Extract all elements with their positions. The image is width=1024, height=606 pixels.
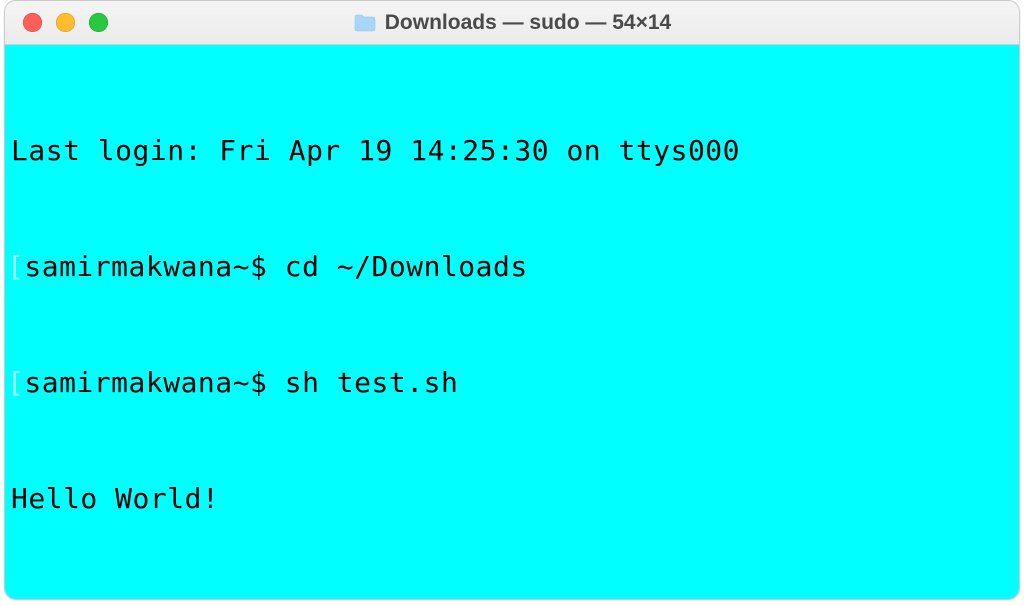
prompt: samirmakwana~$ xyxy=(24,364,284,403)
zoom-button[interactable] xyxy=(89,13,108,32)
prompt-bracket: [ xyxy=(7,596,24,599)
titlebar: Downloads — sudo — 54×14 xyxy=(5,1,1019,45)
terminal-window: Downloads — sudo — 54×14 Last login: Fri… xyxy=(4,0,1020,600)
prompt-bracket: [ xyxy=(7,248,24,287)
terminal-area[interactable]: Last login: Fri Apr 19 14:25:30 on ttys0… xyxy=(5,45,1019,599)
window-title: Downloads — sudo — 54×14 xyxy=(385,11,671,35)
minimize-button[interactable] xyxy=(56,13,75,32)
command-3: sudo chmod +x test.sh xyxy=(285,596,650,599)
folder-icon xyxy=(353,13,377,33)
output-line: Hello World! xyxy=(11,480,219,519)
prompt-bracket: [ xyxy=(7,364,24,403)
prompt: samirmakwana~$ xyxy=(24,596,284,599)
command-1: cd ~/Downloads xyxy=(285,248,528,287)
window-title-wrap: Downloads — sudo — 54×14 xyxy=(5,11,1019,35)
prompt: samirmakwana~$ xyxy=(24,248,284,287)
command-2: sh test.sh xyxy=(285,364,459,403)
last-login-line: Last login: Fri Apr 19 14:25:30 on ttys0… xyxy=(11,132,740,171)
close-button[interactable] xyxy=(23,13,42,32)
traffic-lights xyxy=(23,13,108,32)
